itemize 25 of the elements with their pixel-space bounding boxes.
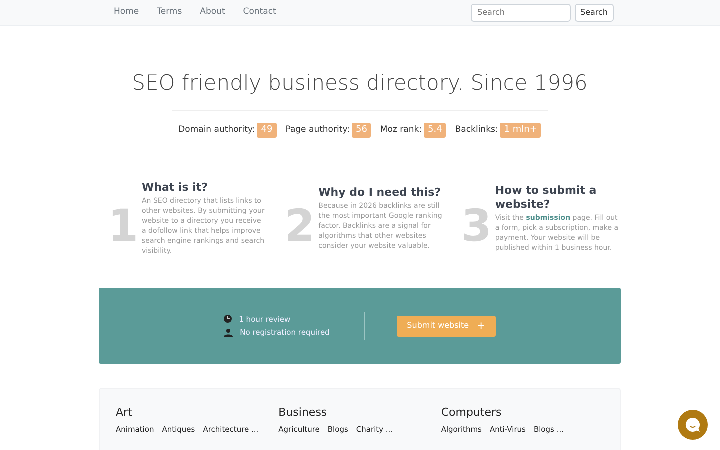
chat-button[interactable] [678, 410, 708, 440]
stat-label: Page authority: [286, 124, 350, 137]
stat-value: 1 mln+ [500, 122, 542, 138]
feature-title: Why do I need this? [318, 186, 442, 200]
search-field[interactable]: Search [470, 4, 571, 22]
category-title[interactable]: Computers [441, 405, 604, 422]
clock-icon [224, 315, 232, 324]
page-title: SEO friendly business directory. Since 1996 [132, 70, 588, 97]
category-title[interactable]: Business [278, 405, 442, 422]
person-icon [224, 328, 234, 337]
stat-value: 49 [257, 122, 277, 138]
stat-label: Backlinks: [455, 124, 498, 137]
stat-value: 56 [352, 122, 372, 138]
nav-link[interactable]: Terms [149, 6, 190, 19]
chat-icon [685, 417, 701, 433]
nav-link[interactable]: Contact [235, 6, 284, 19]
stat-value: 5.4 [424, 122, 446, 138]
stat-label: Moz rank: [380, 124, 422, 137]
stat-label: Domain authority: [178, 124, 256, 137]
feature-title: How to submit a website? [495, 184, 598, 212]
nav-link[interactable]: Home [106, 6, 148, 19]
nav-link[interactable]: About [192, 6, 234, 19]
category-title[interactable]: Art [116, 405, 279, 422]
search-button[interactable]: Search [574, 4, 614, 22]
feature-title: What is it? [142, 180, 210, 194]
